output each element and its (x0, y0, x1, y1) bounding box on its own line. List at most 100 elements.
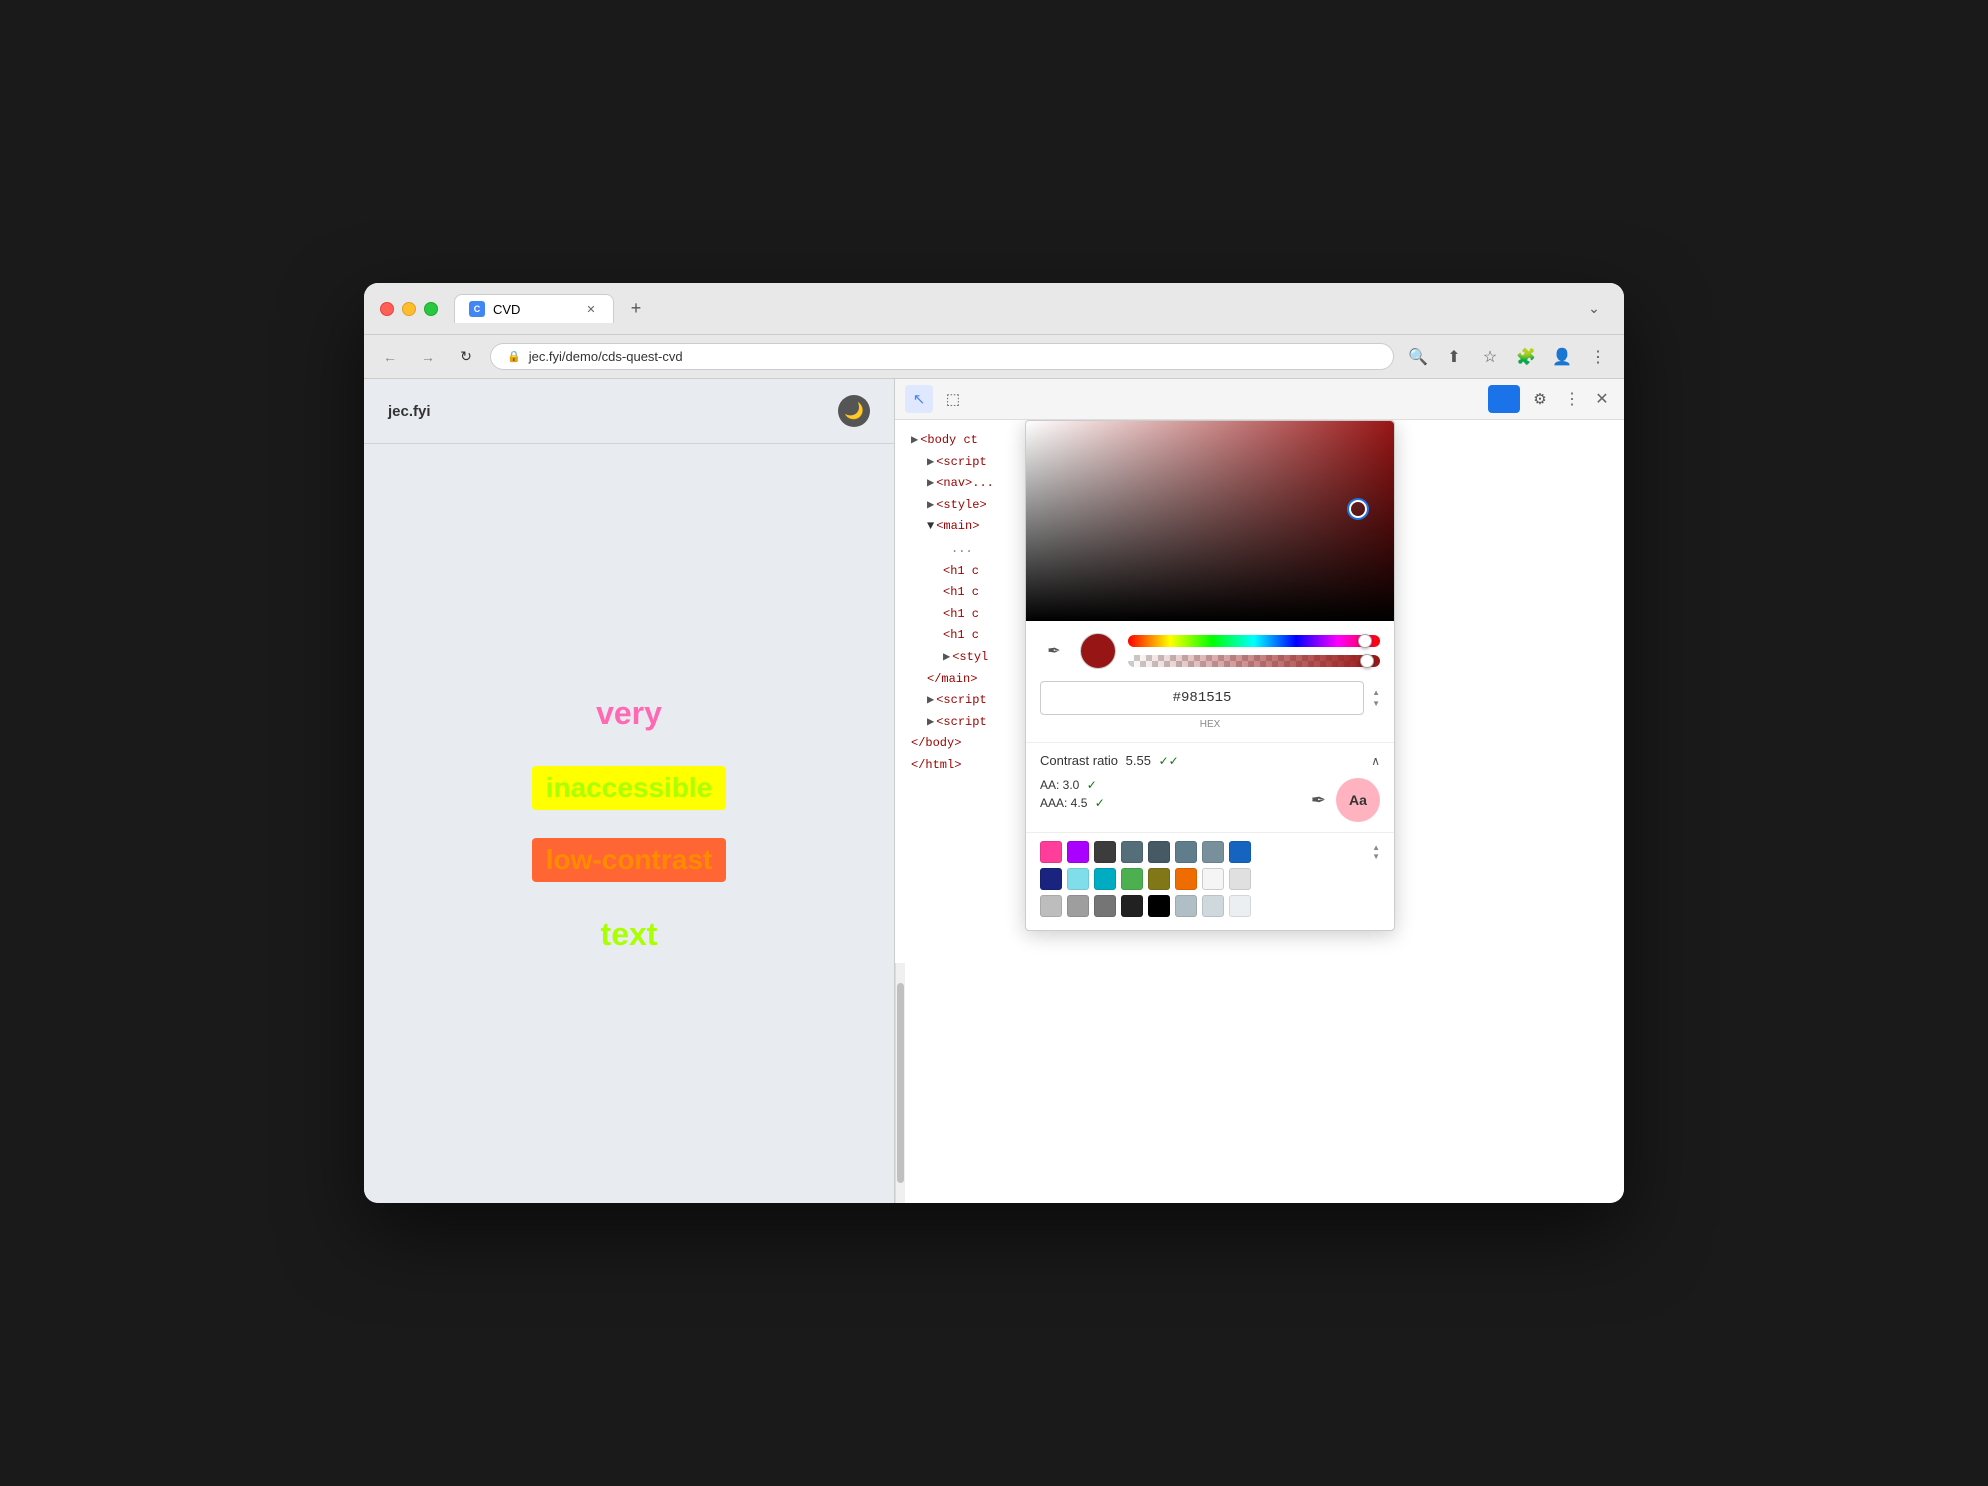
palette-swatch[interactable] (1067, 841, 1089, 863)
palette-swatch[interactable] (1040, 895, 1062, 917)
color-cursor[interactable] (1349, 500, 1367, 518)
hex-down-arrow[interactable]: ▼ (1372, 699, 1380, 708)
new-tab-button[interactable]: + (622, 295, 650, 323)
close-button[interactable] (380, 302, 394, 316)
aa-check-mark: ✓ (1087, 778, 1097, 792)
contrast-collapse-button[interactable]: ∧ (1371, 754, 1380, 768)
inspect-element-button[interactable]: ↖ (905, 385, 933, 413)
palette-row-3 (1040, 895, 1380, 917)
demo-text-low-contrast: low-contrast (532, 838, 726, 882)
share-icon[interactable]: ⬆ (1440, 343, 1468, 371)
main-content: jec.fyi 🌙 very inaccessible low-contrast… (364, 379, 1624, 1203)
demo-text-very: very (584, 689, 674, 738)
hex-label: HEX (1040, 719, 1380, 730)
hex-up-arrow[interactable]: ▲ (1372, 688, 1380, 697)
site-name: jec.fyi (388, 403, 431, 420)
palette-swatch[interactable] (1067, 895, 1089, 917)
aaa-check-mark: ✓ (1095, 796, 1105, 810)
picker-controls: ✒ (1026, 621, 1394, 681)
color-picker-popup: ✒ (1025, 420, 1395, 931)
palette-swatch[interactable] (1121, 895, 1143, 917)
tab-close-button[interactable]: ✕ (583, 301, 599, 317)
gradient-overlay (1026, 421, 1394, 621)
reload-button[interactable]: ↻ (452, 343, 480, 371)
palette-swatch[interactable] (1175, 841, 1197, 863)
profile-icon[interactable]: 👤 (1548, 343, 1576, 371)
contrast-actions: AA: 3.0 ✓ AAA: 4.5 ✓ ✒ (1040, 778, 1380, 822)
more-options-button[interactable]: ⋮ (1560, 387, 1584, 411)
tab-favicon: C (469, 301, 485, 317)
browser-tab[interactable]: C CVD ✕ (454, 294, 614, 323)
hue-slider-thumb[interactable] (1358, 634, 1372, 648)
address-input[interactable]: 🔒 jec.fyi/demo/cds-quest-cvd (490, 343, 1394, 370)
devtools-scrollbar[interactable] (895, 963, 905, 1203)
extensions-icon[interactable]: 🧩 (1512, 343, 1540, 371)
mac-window: C CVD ✕ + ⌄ ← → ↻ 🔒 jec.fyi/demo/cds-que… (364, 283, 1624, 1203)
palette-swatch[interactable] (1175, 868, 1197, 890)
demo-text-text: text (589, 910, 670, 959)
device-toolbar-button[interactable]: ⬚ (939, 385, 967, 413)
palette-swatch[interactable] (1175, 895, 1197, 917)
tab-bar: C CVD ✕ + ⌄ (454, 294, 1608, 323)
dark-mode-button[interactable]: 🌙 (838, 395, 870, 427)
back-button[interactable]: ← (376, 343, 404, 371)
palette-swatch[interactable] (1094, 868, 1116, 890)
contrast-checks: AA: 3.0 ✓ AAA: 4.5 ✓ (1040, 778, 1105, 814)
page-header: jec.fyi 🌙 (364, 379, 894, 444)
sliders-container (1128, 635, 1380, 667)
alpha-slider[interactable] (1128, 655, 1380, 667)
settings-button[interactable]: ⚙ (1526, 385, 1554, 413)
body-tag: <body ct (920, 433, 978, 447)
alpha-slider-thumb[interactable] (1360, 654, 1374, 668)
contrast-header: Contrast ratio 5.55 ✓✓ ∧ (1040, 753, 1380, 768)
hex-input[interactable]: #981515 (1040, 681, 1364, 715)
aa-preview-badge: Aa (1336, 778, 1380, 822)
title-bar: C CVD ✕ + ⌄ (364, 283, 1624, 335)
palette-swatch[interactable] (1067, 868, 1089, 890)
contrast-eyedropper-button[interactable]: ✒ (1311, 790, 1326, 811)
palette-swatch[interactable] (1202, 841, 1224, 863)
palette-swatch[interactable] (1040, 868, 1062, 890)
hue-slider[interactable] (1128, 635, 1380, 647)
eyedropper-button[interactable]: ✒ (1040, 637, 1068, 665)
close-devtools-button[interactable]: ✕ (1590, 387, 1614, 411)
palette-swatch[interactable] (1202, 868, 1224, 890)
palette-scroll-arrows: ▲ ▼ (1372, 843, 1380, 861)
hex-value: #981515 (1053, 690, 1351, 706)
page-content: very inaccessible low-contrast text (364, 444, 894, 1203)
palette-swatch[interactable] (1202, 895, 1224, 917)
tab-menu-button[interactable]: ⌄ (1580, 295, 1608, 323)
search-icon[interactable]: 🔍 (1404, 343, 1432, 371)
contrast-double-check: ✓✓ (1159, 754, 1179, 768)
palette-swatch[interactable] (1229, 868, 1251, 890)
hex-section: #981515 ▲ ▼ HEX (1026, 681, 1394, 742)
aaa-check-row: AAA: 4.5 ✓ (1040, 796, 1105, 810)
palette-swatch[interactable] (1229, 841, 1251, 863)
tab-title: CVD (493, 302, 520, 317)
palette-swatch[interactable] (1148, 868, 1170, 890)
color-gradient-canvas[interactable] (1026, 421, 1394, 621)
aa-check-row: AA: 3.0 ✓ (1040, 778, 1105, 792)
address-text: jec.fyi/demo/cds-quest-cvd (529, 349, 683, 364)
color-preview-swatch (1080, 633, 1116, 669)
forward-button[interactable]: → (414, 343, 442, 371)
devtools-panel: ↖ ⬚ ⚙ ⋮ ✕ ▶<body ct ▶<script (894, 379, 1624, 1203)
palette-swatch[interactable] (1040, 841, 1062, 863)
palette-swatch[interactable] (1148, 895, 1170, 917)
palette-swatch[interactable] (1094, 895, 1116, 917)
lock-icon: 🔒 (507, 350, 521, 363)
minimize-button[interactable] (402, 302, 416, 316)
palette-swatch[interactable] (1094, 841, 1116, 863)
palette-swatch[interactable] (1121, 841, 1143, 863)
palette-swatch[interactable] (1229, 895, 1251, 917)
palette-down-arrow[interactable]: ▼ (1372, 852, 1380, 861)
fullscreen-button[interactable] (424, 302, 438, 316)
palette-swatch[interactable] (1148, 841, 1170, 863)
palette-swatch[interactable] (1121, 868, 1143, 890)
scrollbar-thumb[interactable] (897, 983, 904, 1183)
more-icon[interactable]: ⋮ (1584, 343, 1612, 371)
palette-up-arrow[interactable]: ▲ (1372, 843, 1380, 852)
bookmark-icon[interactable]: ☆ (1476, 343, 1504, 371)
page-area: jec.fyi 🌙 very inaccessible low-contrast… (364, 379, 894, 1203)
hex-arrows: ▲ ▼ (1372, 688, 1380, 708)
